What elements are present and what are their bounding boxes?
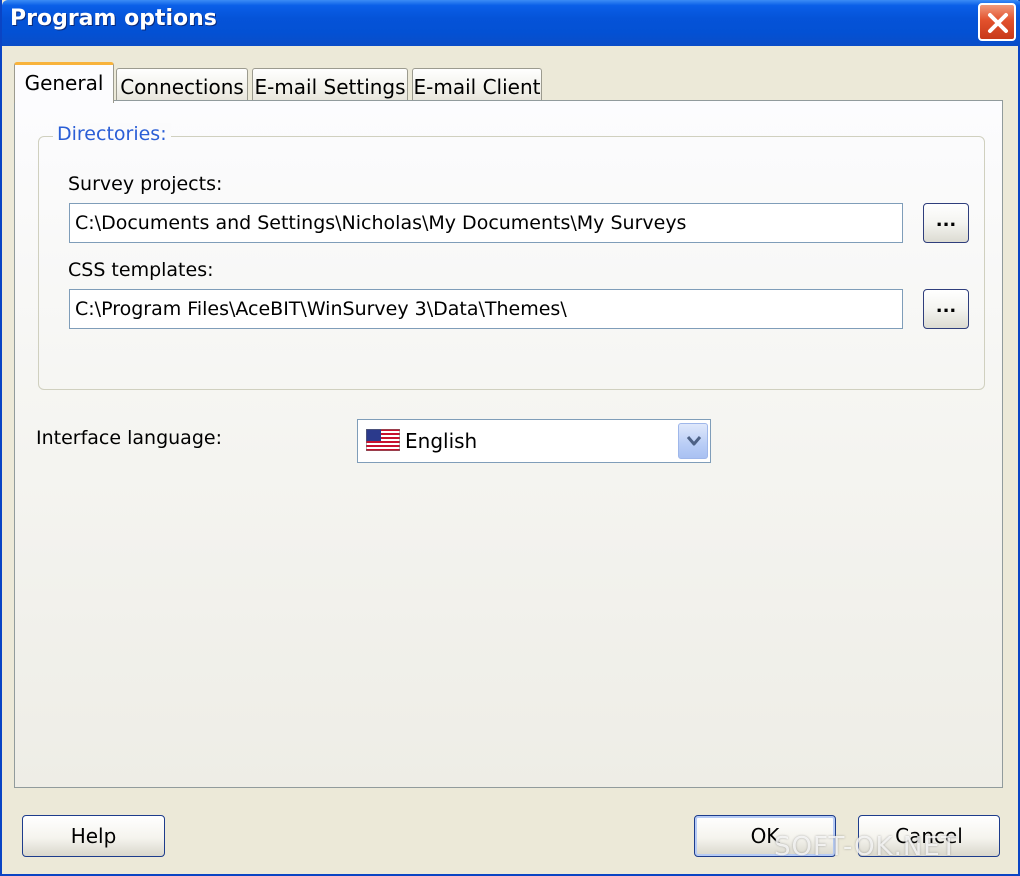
css-templates-label: CSS templates: xyxy=(68,259,214,281)
interface-language-select[interactable]: English xyxy=(357,419,711,463)
language-dropdown-button[interactable] xyxy=(678,423,708,459)
program-options-dialog: Program options General Connections E-ma… xyxy=(0,0,1020,876)
directories-legend: Directories: xyxy=(53,123,171,145)
title-bar[interactable]: Program options xyxy=(2,0,1020,46)
watermark: SOFT-OK.NET xyxy=(774,832,958,862)
chevron-down-icon xyxy=(686,436,702,446)
interface-language-value: English xyxy=(405,429,478,453)
interface-language-label: Interface language: xyxy=(36,427,222,449)
survey-projects-path-input[interactable] xyxy=(69,203,903,243)
tab-connections-label: Connections xyxy=(120,75,244,99)
tab-email-client-label: E-mail Client xyxy=(413,75,541,99)
tab-email-settings[interactable]: E-mail Settings xyxy=(252,68,408,102)
css-templates-browse-button[interactable]: ... xyxy=(923,289,969,329)
directories-group: Directories: Survey projects: ... CSS te… xyxy=(38,123,985,390)
close-button[interactable] xyxy=(978,3,1016,41)
tab-email-settings-label: E-mail Settings xyxy=(254,75,406,99)
survey-projects-browse-button[interactable]: ... xyxy=(923,203,969,243)
tab-general-label: General xyxy=(24,71,104,95)
survey-projects-label: Survey projects: xyxy=(68,173,223,195)
css-templates-path-input[interactable] xyxy=(69,289,903,329)
help-button[interactable]: Help xyxy=(22,815,165,857)
general-tab-panel: Directories: Survey projects: ... CSS te… xyxy=(14,100,1003,788)
tab-general[interactable]: General xyxy=(14,62,114,103)
survey-projects-browse-label: ... xyxy=(935,210,957,231)
help-button-label: Help xyxy=(70,824,117,848)
window-title: Program options xyxy=(10,6,217,31)
us-flag-icon xyxy=(366,429,400,451)
css-templates-browse-label: ... xyxy=(935,296,957,317)
tab-connections[interactable]: Connections xyxy=(116,68,248,102)
close-icon xyxy=(988,13,1008,33)
tab-email-client[interactable]: E-mail Client xyxy=(412,68,542,102)
